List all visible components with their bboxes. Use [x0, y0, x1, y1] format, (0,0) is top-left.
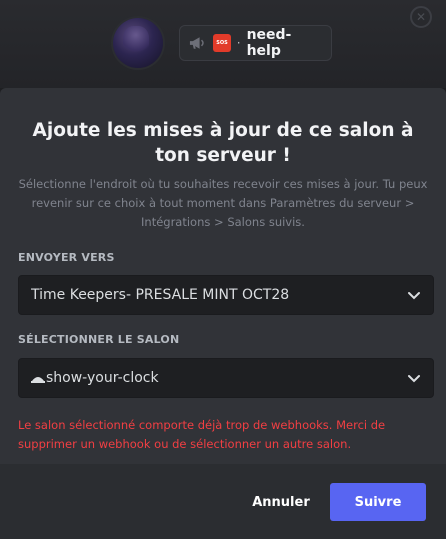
- send-to-label: ENVOYER VERS: [18, 251, 115, 264]
- error-message: Le salon sélectionné comporte déjà trop …: [18, 418, 386, 451]
- modal-title: Ajoute les mises à jour de ce salon à to…: [32, 120, 414, 166]
- channel-select-value: show-your-clock: [46, 370, 159, 386]
- channel-pill: SOS · need-help: [179, 25, 332, 61]
- megaphone-icon: [189, 37, 204, 49]
- channel-select[interactable]: show-your-clock: [18, 358, 434, 398]
- server-select[interactable]: Time Keepers- PRESALE MINT OCT28: [18, 275, 434, 315]
- server-avatar: [113, 18, 163, 68]
- modal-description: Sélectionne l'endroit où tu souhaites re…: [18, 177, 428, 229]
- chevron-down-icon: [408, 375, 420, 383]
- server-select-value: Time Keepers- PRESALE MINT OCT28: [31, 287, 290, 303]
- follow-channel-modal: Ajoute les mises à jour de ce salon à to…: [0, 88, 446, 539]
- server-badge-icon: SOS: [213, 34, 231, 52]
- cancel-button[interactable]: Annuler: [248, 483, 314, 521]
- rules-icon: [31, 377, 45, 383]
- background-close-icon: ✕: [410, 6, 432, 28]
- modal-footer: Annuler Suivre: [0, 464, 446, 539]
- channel-select-label: SÉLECTIONNER LE SALON: [18, 333, 180, 346]
- channel-name: need-help: [246, 27, 292, 59]
- channel-separator: ·: [236, 36, 241, 50]
- follow-button[interactable]: Suivre: [330, 483, 426, 521]
- chevron-down-icon: [408, 292, 420, 300]
